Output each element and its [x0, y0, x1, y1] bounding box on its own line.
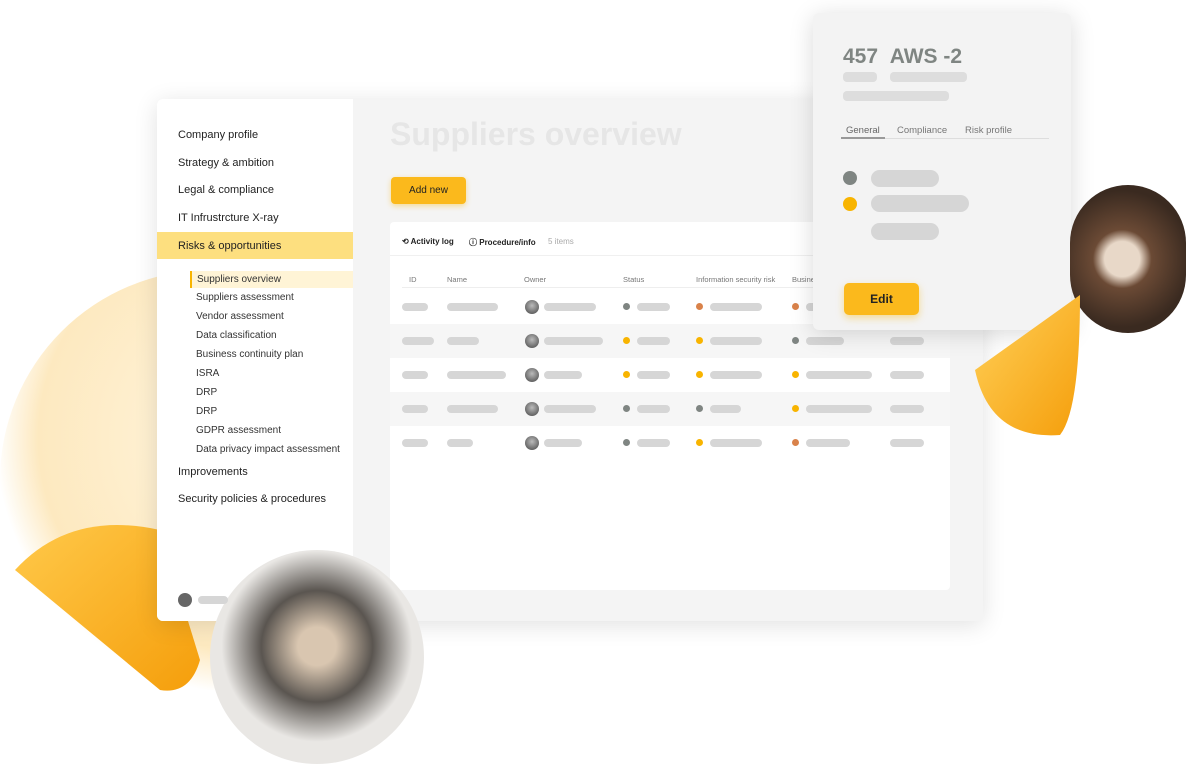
info-icon: ⓘ [469, 238, 477, 247]
col-status[interactable]: Status [623, 275, 644, 284]
sidebar-item[interactable]: Strategy & ambition [178, 157, 274, 169]
col-id[interactable]: ID [409, 275, 417, 284]
owner-avatar [525, 300, 539, 314]
yellow-status-dot [623, 337, 630, 344]
grey-status-dot [623, 439, 630, 446]
sidebar-subitem[interactable]: Vendor assessment [196, 311, 284, 322]
woman-presenting-photo [210, 550, 424, 764]
tab-risk-profile[interactable]: Risk profile [965, 125, 1012, 136]
owner-avatar [525, 402, 539, 416]
sidebar-subitem[interactable]: DRP [196, 406, 217, 417]
yellow-status-dot [792, 405, 799, 412]
orange-status-dot [792, 303, 799, 310]
grey-status-dot [792, 337, 799, 344]
edit-button[interactable]: Edit [844, 283, 919, 315]
sidebar-subitem[interactable]: GDPR assessment [196, 425, 281, 436]
supplier-id: 457 [843, 45, 879, 68]
col-name[interactable]: Name [447, 275, 467, 284]
table-row[interactable] [390, 392, 950, 426]
table-row[interactable] [390, 426, 950, 460]
yellow-status-dot [792, 371, 799, 378]
sidebar-subitem[interactable]: Suppliers overview [190, 271, 353, 288]
yellow-status-dot [696, 439, 703, 446]
tab-general[interactable]: General [841, 125, 885, 139]
yellow-status-dot [696, 371, 703, 378]
sidebar-item[interactable]: Security policies & procedures [178, 493, 326, 505]
sidebar-subitem[interactable]: Data classification [196, 330, 277, 341]
activity-log-button[interactable]: ⟲ Activity log [402, 237, 454, 246]
page-title: Suppliers overview [390, 116, 682, 152]
col-owner[interactable]: Owner [524, 275, 546, 284]
sidebar-item[interactable]: IT Infrustrcture X-ray [178, 212, 279, 224]
sidebar-subitem[interactable]: DRP [196, 387, 217, 398]
yellow-status-dot [623, 371, 630, 378]
yellow-3d-cone [975, 295, 1080, 436]
user-avatar[interactable] [178, 593, 192, 607]
col-infosec-risk[interactable]: Information security risk [696, 275, 775, 284]
yellow-status-dot [696, 337, 703, 344]
orange-status-dot [696, 303, 703, 310]
owner-avatar [525, 436, 539, 450]
add-new-button[interactable]: Add new [391, 177, 466, 204]
sidebar-subitem[interactable]: ISRA [196, 368, 219, 379]
sidebar-subitem[interactable]: Business continuity plan [196, 349, 303, 360]
orange-status-dot [792, 439, 799, 446]
procedure-info-button[interactable]: ⓘ Procedure/info [469, 237, 536, 248]
history-icon: ⟲ [402, 237, 409, 246]
item-count: 5 items [548, 237, 574, 246]
grey-status-dot [623, 405, 630, 412]
grey-status-dot [696, 405, 703, 412]
sidebar-subitem[interactable]: Suppliers assessment [196, 292, 294, 303]
sidebar: Company profile Strategy & ambition Legal … [157, 99, 353, 621]
sidebar-subitem[interactable]: Data privacy impact assessment [196, 444, 340, 455]
sidebar-item[interactable]: Company profile [178, 129, 258, 141]
owner-avatar [525, 334, 539, 348]
col-business[interactable]: Busine [792, 275, 815, 284]
tab-compliance[interactable]: Compliance [897, 125, 947, 136]
sidebar-item[interactable]: Improvements [178, 466, 248, 478]
table-row[interactable] [390, 358, 950, 392]
supplier-name: AWS -2 [889, 45, 963, 68]
owner-avatar [525, 368, 539, 382]
grey-status-dot [623, 303, 630, 310]
sidebar-item[interactable]: Legal & compliance [178, 184, 274, 196]
sidebar-item[interactable]: Risks & opportunities [157, 232, 353, 259]
